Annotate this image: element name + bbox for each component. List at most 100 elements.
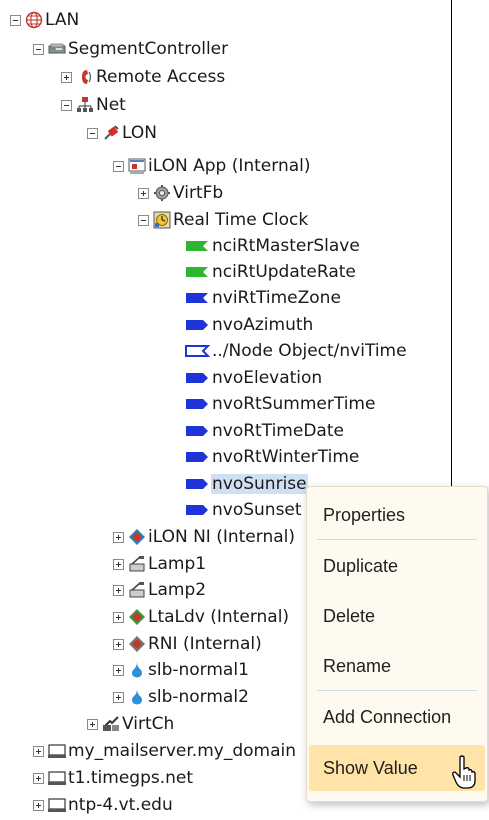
- pane-divider[interactable]: [451, 0, 452, 522]
- output-flag-icon: [184, 395, 210, 413]
- tree-item-label: iLON NI (Internal): [148, 527, 296, 547]
- server-icon: [48, 742, 66, 760]
- tree-item-label: slb-normal2: [148, 687, 249, 707]
- tree-item-lon[interactable]: LON: [87, 120, 158, 146]
- tree-item-segmentcontroller[interactable]: SegmentController: [33, 36, 229, 62]
- tree-item-label: slb-normal1: [148, 660, 249, 680]
- tree-item-nvoSunset[interactable]: nvoSunset: [184, 497, 303, 523]
- tree-item-virtfb[interactable]: VirtFb: [138, 180, 224, 206]
- tree-item-ltaldv[interactable]: LtaLdv (Internal): [113, 604, 290, 630]
- tree-item-ntp-4[interactable]: ntp-4.vt.edu: [33, 792, 174, 818]
- tree-item-label: VirtFb: [173, 183, 224, 203]
- lamp-icon: [128, 581, 146, 599]
- tree-item-nciRtUpdateRate[interactable]: nciRtUpdateRate: [184, 259, 357, 285]
- tree-item-remote-access[interactable]: Remote Access: [61, 64, 226, 90]
- tree-item-label: t1.timegps.net: [68, 768, 194, 788]
- menu-item-add-connection[interactable]: Add Connection: [309, 697, 485, 737]
- tree-item-real-time-clock[interactable]: Real Time Clock: [138, 207, 309, 233]
- tree-item-label: nvoAzimuth: [212, 315, 314, 335]
- tree-item-ilon-app[interactable]: iLON App (Internal): [113, 153, 312, 179]
- menu-separator: [317, 690, 477, 691]
- expand-toggle[interactable]: [113, 691, 124, 703]
- input-flag-icon: [184, 289, 210, 307]
- collapse-toggle[interactable]: [33, 43, 44, 55]
- tree-item-label: nciRtMasterSlave: [212, 236, 360, 256]
- tree-item-lan[interactable]: LAN: [10, 7, 80, 33]
- tree-item-t1-timegps[interactable]: t1.timegps.net: [33, 765, 194, 791]
- controller-icon: [48, 40, 66, 58]
- expand-toggle[interactable]: [113, 531, 124, 543]
- slb-icon: [128, 688, 146, 706]
- output-flag-icon: [184, 316, 210, 334]
- tree-item-nviRtTimeZone[interactable]: nviRtTimeZone: [184, 285, 342, 311]
- tree-item-ilon-ni[interactable]: iLON NI (Internal): [113, 524, 296, 550]
- tree-item-label: nciRtUpdateRate: [212, 262, 356, 282]
- tree-item-label: nvoRtWinterTime: [212, 447, 360, 467]
- phone-icon: [76, 68, 94, 86]
- tree-item-lamp2[interactable]: Lamp2: [113, 577, 207, 603]
- tree-item-my-mailserver[interactable]: my_mailserver.my_domain: [33, 738, 297, 764]
- expand-toggle[interactable]: [113, 584, 124, 596]
- menu-item-duplicate[interactable]: Duplicate: [309, 546, 485, 586]
- ldv-icon: [128, 608, 146, 626]
- tree-item-nvoAzimuth[interactable]: nvoAzimuth: [184, 312, 314, 338]
- tree-item-label: LON: [122, 123, 157, 143]
- expand-toggle[interactable]: [87, 718, 98, 730]
- tree-item-net[interactable]: Net: [61, 92, 127, 118]
- expand-toggle[interactable]: [33, 772, 44, 784]
- expand-toggle[interactable]: [113, 558, 124, 570]
- expand-toggle[interactable]: [61, 71, 72, 83]
- config-flag-icon: [184, 237, 210, 255]
- config-flag-icon: [184, 263, 210, 281]
- ni-icon: [128, 528, 146, 546]
- lamp-icon: [128, 555, 146, 573]
- expand-toggle[interactable]: [113, 664, 124, 676]
- tree-item-rni[interactable]: RNI (Internal): [113, 631, 263, 657]
- gear-icon: [153, 184, 171, 202]
- menu-item-delete[interactable]: Delete: [309, 596, 485, 636]
- collapse-toggle[interactable]: [87, 127, 98, 139]
- input-flag-icon: [184, 342, 211, 360]
- expand-toggle[interactable]: [138, 187, 149, 199]
- tree-item-nvoSunrise[interactable]: nvoSunrise: [184, 471, 308, 497]
- expand-toggle[interactable]: [33, 745, 44, 757]
- slb-icon: [128, 661, 146, 679]
- clock-icon: [153, 211, 171, 229]
- tree-item-virtch[interactable]: VirtCh: [87, 711, 175, 737]
- tree-item-slb-normal1[interactable]: slb-normal1: [113, 657, 250, 683]
- tree-item-lamp1[interactable]: Lamp1: [113, 551, 207, 577]
- channel-icon: [102, 715, 120, 733]
- collapse-toggle[interactable]: [138, 214, 149, 226]
- tree-item-label: Lamp2: [148, 580, 207, 600]
- tree-item-nciRtMasterSlave[interactable]: nciRtMasterSlave: [184, 233, 361, 259]
- tree-item-nvoRtSummerTime[interactable]: nvoRtSummerTime: [184, 391, 376, 417]
- tree-item-label: nvoRtTimeDate: [212, 421, 344, 441]
- expand-toggle[interactable]: [33, 799, 44, 811]
- collapse-toggle[interactable]: [113, 160, 124, 172]
- menu-item-properties[interactable]: Properties: [309, 495, 485, 535]
- tree-item-label: Real Time Clock: [173, 210, 309, 230]
- collapse-toggle[interactable]: [61, 99, 72, 111]
- collapse-toggle[interactable]: [10, 14, 21, 26]
- output-flag-icon: [184, 422, 210, 440]
- tree-item-label: LAN: [45, 10, 80, 30]
- tree-item-label: my_mailserver.my_domain: [68, 741, 296, 761]
- tree-item-label: LtaLdv (Internal): [148, 607, 290, 627]
- plug-icon: [102, 124, 120, 142]
- tree-item-label: Net: [96, 95, 126, 115]
- server-icon: [48, 769, 66, 787]
- expand-toggle[interactable]: [113, 611, 124, 623]
- tree-item-nvoRtTimeDate[interactable]: nvoRtTimeDate: [184, 418, 345, 444]
- app-icon: [128, 157, 146, 175]
- tree-item-label: nvoElevation: [212, 368, 323, 388]
- tree-item-node-object-nvitime[interactable]: ../Node Object/nviTime: [184, 338, 445, 364]
- tree-item-label: RNI (Internal): [148, 634, 262, 654]
- menu-item-rename[interactable]: Rename: [309, 646, 485, 686]
- tree-item-nvoRtWinterTime[interactable]: nvoRtWinterTime: [184, 444, 360, 470]
- output-flag-icon: [184, 501, 210, 519]
- tree-item-slb-normal2[interactable]: slb-normal2: [113, 684, 250, 710]
- rni-icon: [128, 635, 146, 653]
- tree-item-nvoElevation[interactable]: nvoElevation: [184, 365, 323, 391]
- expand-toggle[interactable]: [113, 638, 124, 650]
- globe-icon: [25, 11, 43, 29]
